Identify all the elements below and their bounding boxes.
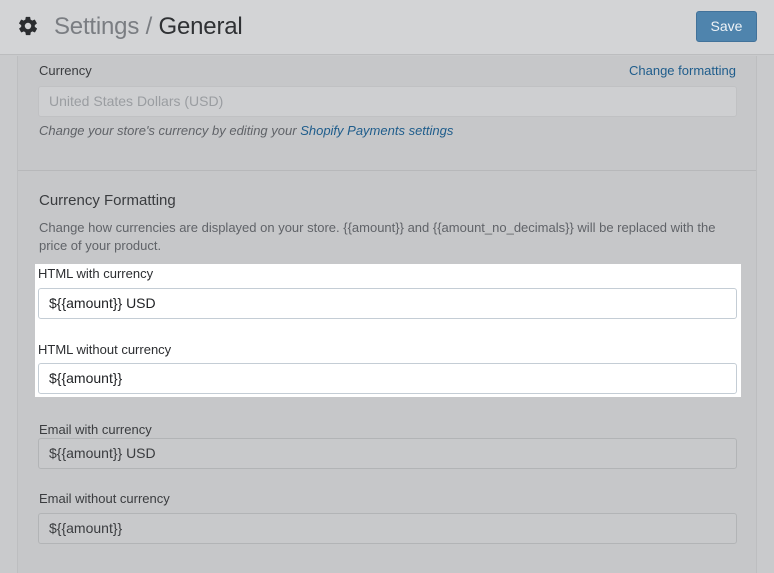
- email-with-currency-input[interactable]: ${{amount}} USD: [38, 438, 737, 469]
- currency-formatting-heading: Currency Formatting: [39, 192, 176, 209]
- email-without-currency-label: Email without currency: [39, 491, 170, 506]
- currency-help-text: Change your store's currency by editing …: [39, 123, 297, 138]
- breadcrumb-current: General: [158, 13, 243, 40]
- currency-field: United States Dollars (USD): [38, 86, 737, 117]
- gear-icon: [19, 16, 38, 36]
- change-formatting-link[interactable]: Change formatting: [629, 63, 736, 78]
- email-without-currency-input[interactable]: ${{amount}}: [38, 513, 737, 544]
- html-currency-fields-highlight: HTML with currency ${{amount}} USD HTML …: [35, 264, 741, 397]
- currency-formatting-description: Change how currencies are displayed on y…: [39, 220, 716, 253]
- email-with-currency-label: Email with currency: [39, 422, 152, 437]
- currency-label: Currency: [39, 63, 92, 78]
- save-button[interactable]: Save: [696, 11, 757, 42]
- currency-help: Change your store's currency by editing …: [39, 123, 453, 138]
- html-without-currency-input[interactable]: ${{amount}}: [38, 363, 737, 394]
- html-with-currency-input[interactable]: ${{amount}} USD: [38, 288, 737, 319]
- shopify-payments-settings-link[interactable]: Shopify Payments settings: [300, 123, 453, 138]
- section-divider: [18, 170, 756, 171]
- html-without-currency-label: HTML without currency: [38, 342, 172, 357]
- breadcrumb-settings[interactable]: Settings: [54, 13, 139, 40]
- breadcrumb-separator: /: [145, 13, 153, 40]
- page-title: Settings / General: [54, 13, 243, 41]
- html-with-currency-label: HTML with currency: [38, 266, 154, 281]
- top-bar: Settings / General Save: [0, 0, 774, 55]
